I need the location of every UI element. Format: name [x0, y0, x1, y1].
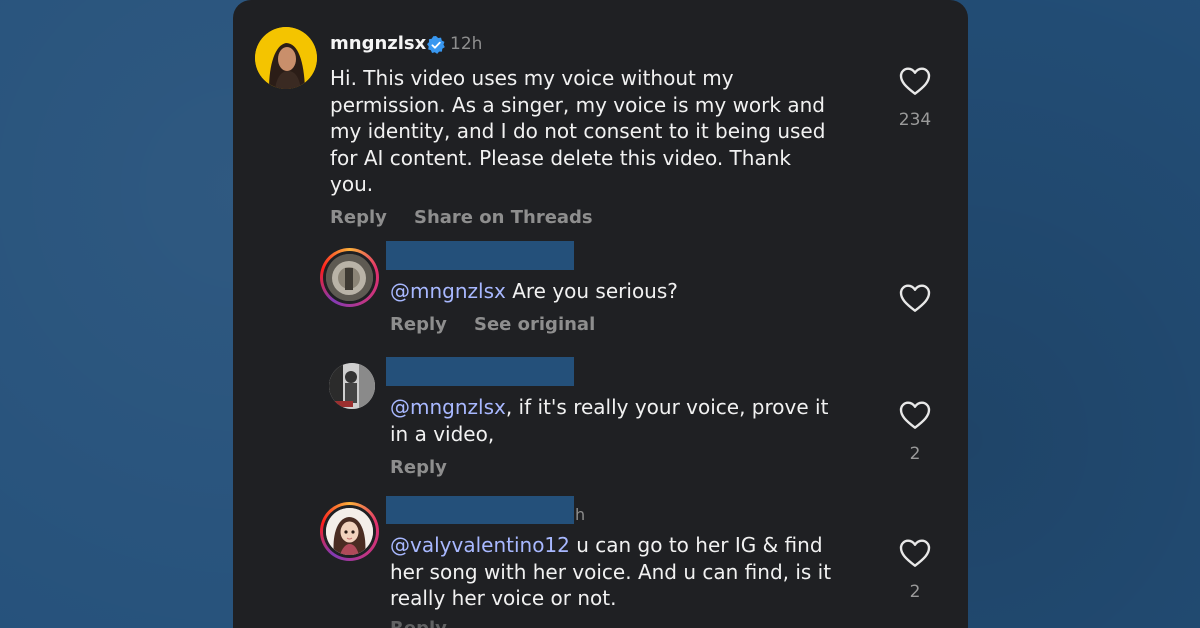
mention-link[interactable]: @mngnzlsx — [390, 279, 506, 303]
comment-body: u can go to her IG & find — [569, 533, 823, 557]
redacted-username — [386, 357, 574, 386]
avatar-story-ring[interactable] — [320, 502, 379, 561]
avatar — [326, 508, 373, 555]
reply-button[interactable]: Reply — [390, 618, 447, 628]
comment-line: Hi. This video uses my voice without my — [330, 66, 734, 90]
redacted-username — [386, 496, 574, 524]
comment-time: h — [575, 505, 586, 524]
comment-text: @mngnzlsx Are you serious? — [390, 278, 678, 305]
comments-panel: mngnzlsx 12h Hi. This video uses my voic… — [233, 0, 968, 628]
like-count: 234 — [898, 110, 932, 130]
like-count: 2 — [909, 444, 921, 464]
verified-badge-icon — [427, 36, 445, 54]
heart-outline-icon[interactable] — [899, 66, 931, 96]
heart-outline-icon[interactable] — [899, 400, 931, 430]
avatar[interactable] — [329, 363, 375, 409]
heart-outline-icon[interactable] — [899, 538, 931, 568]
avatar — [326, 254, 373, 301]
comment-line: permission. As a singer, my voice is my … — [330, 92, 825, 117]
like-count: 2 — [909, 582, 921, 602]
see-original-button[interactable]: See original — [474, 314, 595, 335]
heart-outline-icon[interactable] — [899, 283, 931, 313]
comment-line: @valyvalentino12 u can go to her IG & fi… — [390, 532, 831, 559]
mention-link[interactable]: @mngnzlsx — [390, 395, 506, 419]
avatar[interactable] — [255, 27, 317, 89]
avatar-story-ring[interactable] — [320, 248, 379, 307]
comment-body: , if it's really your voice, prove it — [505, 395, 829, 419]
comment-text: Hi. This video uses my voice without my … — [330, 65, 825, 198]
comment-line: in a video, — [390, 421, 495, 446]
comment-line: you. — [330, 172, 374, 196]
comment-line: for AI content. Please delete this video… — [330, 145, 791, 170]
reply-button[interactable]: Reply — [390, 457, 447, 478]
reply-button[interactable]: Reply — [390, 314, 447, 335]
username[interactable]: mngnzlsx — [330, 33, 426, 54]
comment-time: 12h — [450, 34, 483, 54]
comment-line: @mngnzlsx, if it's really your voice, pr… — [390, 394, 828, 421]
reply-button[interactable]: Reply — [330, 207, 387, 228]
comment-line: really her voice or not. — [390, 586, 617, 610]
comment-body: Are you serious? — [505, 279, 678, 303]
mention-link[interactable]: @valyvalentino12 — [390, 533, 570, 557]
comment-line: her song with her voice. And u can find,… — [390, 559, 832, 584]
redacted-username — [386, 241, 574, 270]
share-on-threads-button[interactable]: Share on Threads — [414, 207, 593, 228]
comment-text: @valyvalentino12 u can go to her IG & fi… — [390, 532, 831, 612]
comment-line: my identity, and I do not consent to it … — [330, 119, 826, 143]
comment-text: @mngnzlsx, if it's really your voice, pr… — [390, 394, 828, 447]
